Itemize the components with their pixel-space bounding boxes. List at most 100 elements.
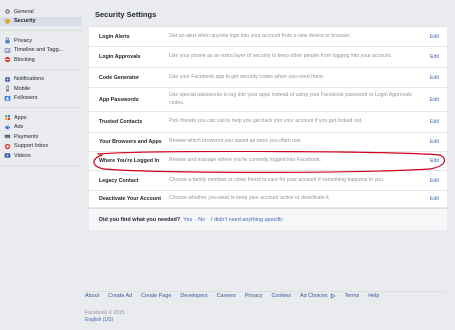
footer-link-ad-choices[interactable]: Ad Choices [300,293,328,301]
sidebar-item-payments[interactable]: Payments [0,132,82,142]
setting-description: Use special passwords to log into your a… [169,92,412,106]
sidebar-item-label: Payments [14,133,39,140]
sidebar-item-mobile[interactable]: Mobile [0,84,82,94]
ads-icon [3,124,11,131]
setting-row-code-generator[interactable]: Code Generator Use your Facebook app to g… [89,68,447,88]
edit-link[interactable]: Edit [423,75,447,81]
setting-name: App Passwords [99,96,139,103]
setting-name: Code Generator [99,74,140,81]
sidebar-item-label: Timeline and Tagg... [14,47,64,54]
feedback-question: Did you find what you needed? [99,216,181,223]
footer-link-create-page[interactable]: Create Page [141,293,171,301]
sidebar-item-label: Privacy [14,37,33,44]
footer-meta: Facebook © 2015 English (US) [85,310,125,324]
sidebar-group: Notifications Mobile Followers [0,73,82,108]
setting-name: Where You're Logged In [99,158,160,164]
support-icon [3,143,11,150]
block-icon [3,56,11,63]
setting-name: Login Alerts [99,33,130,40]
sidebar-item-label: Notifications [14,76,44,83]
copyright: Facebook © 2015 [85,310,125,316]
setting-name: Legacy Contact [99,177,139,184]
footer-link-developers[interactable]: Developers [180,293,207,301]
sidebar-item-label: Ads [14,124,24,131]
setting-row-login-approvals[interactable]: Login Approvals Use your phone as an extr… [89,47,447,68]
sidebar-item-label: General [14,8,34,15]
setting-name: Login Approvals [99,54,141,60]
sidebar-item-followers[interactable]: Followers [0,94,82,104]
feedback-yes-link[interactable]: Yes [183,217,192,223]
edit-link[interactable]: Edit [423,97,447,103]
footer-link-about[interactable]: About [85,293,99,301]
setting-description: Pick friends you can call to help you ge… [169,118,363,125]
footer-links: About Create Ad Create Page Developers Caree… [85,292,445,301]
sidebar-group: Privacy Timeline and Tagg... Blocking [0,34,82,70]
setting-description: Choose a family member or close friend t… [169,176,385,183]
timeline-icon [3,47,11,54]
edit-link[interactable]: Edit [423,139,447,145]
edit-link[interactable]: Edit [423,54,447,60]
feedback-no-link[interactable]: No [198,217,205,223]
sidebar-item-label: Security [14,18,36,25]
sidebar-item-security[interactable]: Security [0,16,82,26]
sidebar-item-blocking[interactable]: Blocking [0,55,82,65]
footer-link-privacy[interactable]: Privacy [245,293,263,301]
sidebar-item-timeline-and-tagg[interactable]: Timeline and Tagg... [0,46,82,56]
sidebar-item-apps[interactable]: Apps [0,113,82,123]
edit-link[interactable]: Edit [423,158,447,164]
security-settings-panel: Security Settings Login Alerts Get an ale… [89,7,447,230]
setting-row-app-passwords[interactable]: App Passwords Use special passwords to lo… [89,88,447,112]
settings-page: { "sidebar": { "groups": [ [ {"label": "… [0,0,455,330]
footer-link-cookies[interactable]: Cookies [272,293,291,301]
footer-link-terms[interactable]: Terms [345,293,360,301]
sidebar-item-privacy[interactable]: Privacy [0,36,82,46]
edit-link[interactable]: Edit [423,119,447,125]
ad-choices-icon [330,293,336,301]
sidebar-item-general[interactable]: General [0,7,82,17]
sidebar-item-label: Apps [14,114,27,121]
gear-icon [3,8,11,15]
setting-row-deactivate-your-account[interactable]: Deactivate Your Account Choose whether yo… [89,191,447,208]
setting-row-trusted-contacts[interactable]: Trusted Contacts Pick friends you can cal… [89,112,447,133]
edit-link[interactable]: Edit [423,178,447,184]
edit-link[interactable]: Edit [423,196,447,202]
sidebar-item-notifications[interactable]: Notifications [0,75,82,85]
setting-row-login-alerts[interactable]: Login Alerts Get an alert when anyone log… [89,27,447,47]
mobile-icon [3,85,11,92]
lock-icon [3,37,11,44]
apps-icon [3,114,11,121]
followers-icon [3,95,11,102]
sidebar-item-ads[interactable]: Ads [0,123,82,133]
sidebar-item-label: Videos [14,152,31,159]
feedback-other-link[interactable]: I didn't need anything specific [211,217,283,223]
setting-name: Deactivate Your Account [99,196,162,202]
settings-card: Login Alerts Get an alert when anyone log… [89,27,447,208]
setting-description: Review and manage where you're currently… [169,157,322,164]
setting-row-legacy-contact[interactable]: Legacy Contact Choose a family member or … [89,171,447,191]
settings-sidebar: General Security Privacy Timeline and Tagg.… [0,5,82,169]
setting-description: Use your phone as an extra layer of secu… [169,53,392,60]
setting-row-where-you-re-logged-in[interactable]: Where You're Logged In Review and manage … [89,152,447,171]
footer: About Create Ad Create Page Developers Caree… [85,291,445,301]
setting-description: Review which browsers you saved as ones … [169,138,302,145]
setting-description: Get an alert when anyone logs into your … [169,32,351,39]
sidebar-group: General Security [0,5,82,31]
edit-link[interactable]: Edit [423,34,447,40]
sidebar-item-videos[interactable]: Videos [0,151,82,161]
feedback-separator: · [194,216,197,223]
sidebar-item-support-inbox[interactable]: Support Inbox [0,142,82,152]
page-title: Security Settings [89,7,447,27]
setting-description: Choose whether you want to keep your acc… [169,195,331,202]
videos-icon [3,152,11,159]
sidebar-group: Apps Ads Payments Support Inbox Videos [0,111,82,166]
sidebar-item-label: Followers [14,95,38,102]
feedback-separator: · [207,216,209,223]
footer-link-help[interactable]: Help [368,293,379,301]
footer-link-create-ad[interactable]: Create Ad [108,293,132,301]
setting-name: Your Browsers and Apps [99,139,162,145]
setting-row-your-browsers-and-apps[interactable]: Your Browsers and Apps Review which brows… [89,133,447,152]
footer-link-careers[interactable]: Careers [217,293,236,301]
setting-description: Use your Facebook app to get security co… [169,73,325,80]
language-link[interactable]: English (US) [85,317,125,324]
setting-name: Trusted Contacts [99,119,143,125]
